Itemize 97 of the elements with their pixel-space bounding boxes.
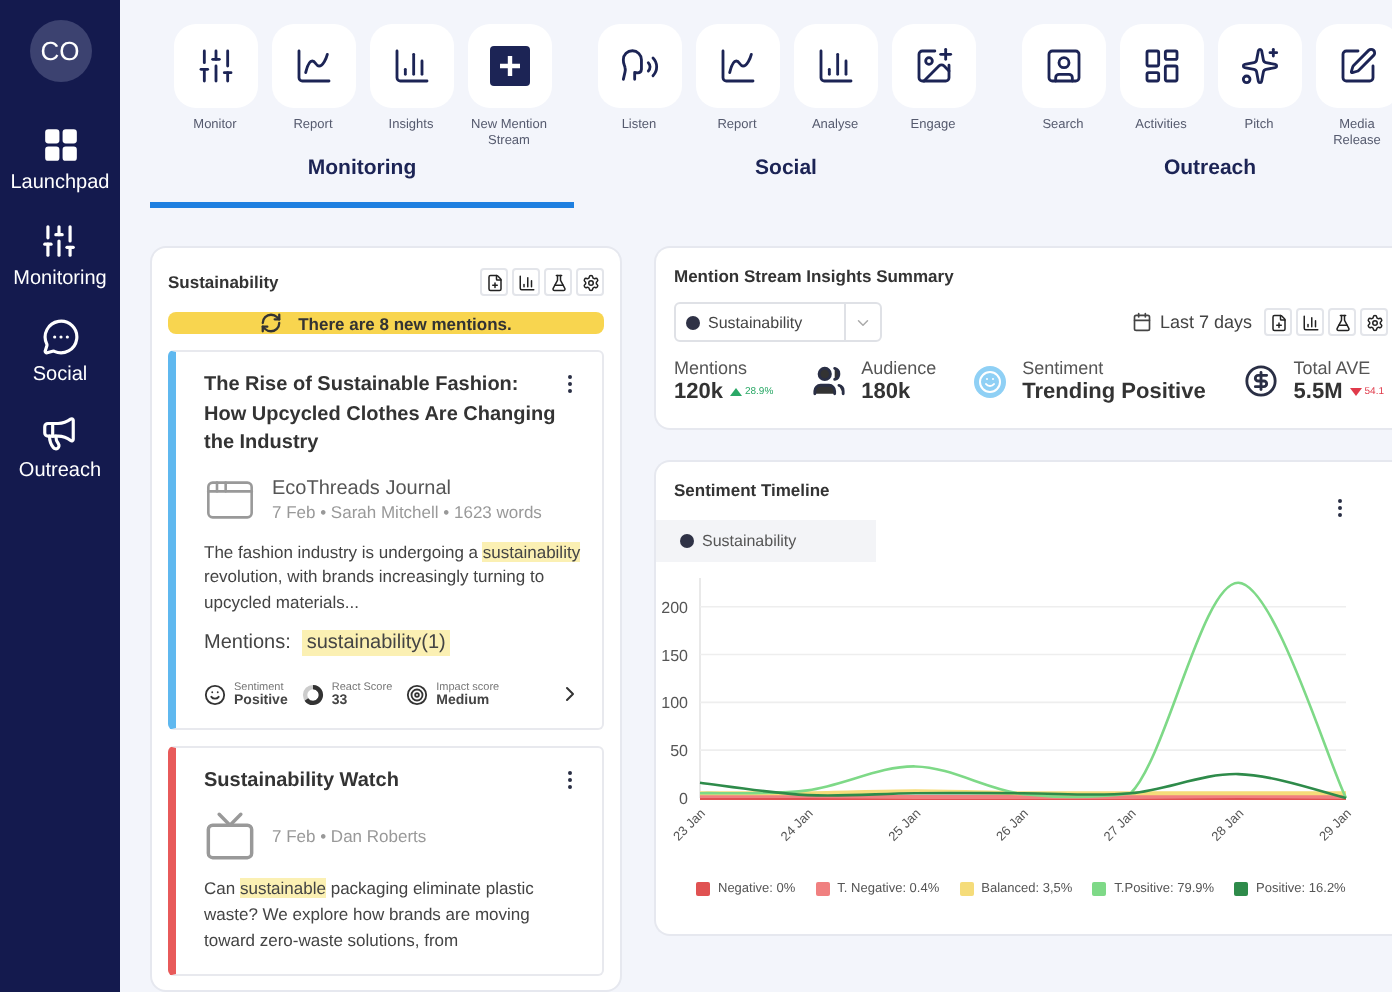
axis-tick-label: 200 [661,598,688,617]
chart-button[interactable] [1296,308,1324,336]
axis-tick-label: 50 [670,742,688,761]
sidebar-label: Outreach [18,460,102,482]
mention-title: The Rise of Sustainable Fashion: How Upcycled Clothes Are Changing the Industry [204,372,558,458]
stat-label: Sentiment [1022,358,1106,378]
stat-label: Total AVE [1293,358,1373,378]
contact-icon [1043,46,1083,86]
tool-button[interactable] [369,24,453,108]
new-mentions-banner[interactable]: There are 8 new mentions. [168,312,604,334]
chat-bubble-icon [41,318,79,356]
tool-button[interactable] [891,24,975,108]
chart-button[interactable] [512,268,540,296]
tab-label: Outreach [1163,156,1257,180]
sidebar-label: Social [32,364,88,386]
stat-value: 120k [674,380,723,404]
mention-card[interactable]: Sustainability Watch 7 Feb • Dan Roberts Can sustainable packaging eliminate plastic waste? We explore how brands are moving toward zero-waste solutions, from [168,745,604,976]
axis-tick-label: 150 [661,646,688,665]
edit-icon [1337,46,1377,86]
calendar-icon [1131,312,1152,332]
sidebar-item[interactable]: Monitoring [13,222,107,290]
bar-chart-icon [815,46,855,86]
sidebar-item[interactable]: Launchpad [10,126,110,194]
bar-chart-icon [517,273,535,291]
smile-icon [974,365,1007,397]
settings-icon [1365,313,1383,331]
export-button[interactable] [480,268,508,296]
stat-value: 180k [861,380,911,404]
tool-button[interactable] [793,24,877,108]
tool-button[interactable] [271,24,355,108]
settings-button[interactable] [1360,308,1388,336]
dashboard-icon [1141,46,1181,86]
tv-icon [204,810,256,863]
mention-card[interactable] [168,350,604,730]
tool-button[interactable] [1315,24,1392,108]
mention-meta: 7 Feb • Dan Roberts [272,826,427,847]
file-plus-icon [1269,313,1287,331]
tool-button[interactable] [1021,24,1105,108]
user-avatar[interactable]: CO [29,20,91,82]
tool-button[interactable] [467,24,551,108]
date-range-button[interactable]: Last 7 days [1131,312,1252,332]
line-chart-icon [717,46,757,86]
mentions-label: Mentions: [204,631,291,654]
axis-tick-label: 100 [661,694,688,713]
mention-title: Sustainability Watch [204,767,401,796]
stat-value: 5.5M [1293,380,1343,404]
sidebar-label: Launchpad [10,172,110,194]
sidebar-item[interactable]: Social [32,318,88,386]
flask-button[interactable] [1328,308,1356,336]
sliders-icon [40,222,79,260]
smile-icon [204,683,226,706]
tool-button[interactable] [597,24,681,108]
stream-select[interactable]: Sustainability [674,302,882,342]
dollar-icon [1243,364,1278,398]
donut-icon [301,683,324,706]
mention-meta: 7 Feb • Sarah Mitchell • 1623 words [272,501,542,521]
stat-label: Audience [861,358,937,378]
flask-icon [549,273,567,291]
refresh-icon [260,312,283,334]
target-icon [406,683,429,706]
people-icon [811,364,846,398]
axis-tick-label: 0 [679,790,688,808]
line-chart-icon [293,46,333,86]
grid-icon [41,126,79,164]
mention-excerpt: The fashion industry is undergoing a sustainability revolution, with brands increasingly turning to upcycled materials... [204,539,582,616]
megaphone-icon [40,414,79,452]
source-name: EcoThreads Journal [272,477,453,499]
stat-label: Mentions [674,358,750,378]
flask-button[interactable] [544,268,572,296]
image-plus-icon [913,46,953,86]
sparkles-icon [1239,46,1279,86]
tool-button[interactable] [173,24,257,108]
settings-icon [581,273,599,291]
sidebar-item[interactable]: Outreach [18,414,102,482]
tool-button[interactable] [1217,24,1301,108]
speaking-person-icon [619,46,659,86]
card-title: Sentiment Timeline [674,480,830,504]
bar-chart-icon [391,46,431,86]
mention-excerpt: Can sustainable packaging eliminate plastic waste? We explore how brands are moving toward zero-waste solutions, from [204,876,536,954]
tool-button[interactable] [695,24,779,108]
flask-icon [1333,313,1351,331]
file-plus-icon [485,273,503,291]
card-title: Mention Stream Insights Summary [674,266,956,286]
keyword-tag: sustainability(1) [302,629,450,656]
stat-value: Trending Positive [1022,380,1206,404]
settings-button[interactable] [576,268,604,296]
tab-label: Social [755,156,817,180]
tab-label: Monitoring [307,156,417,180]
banner-text: There are 8 new mentions. [298,313,512,333]
sliders-icon [195,46,235,86]
plus-icon [489,46,529,86]
filter-chip[interactable]: Sustainability [656,520,876,562]
export-button[interactable] [1264,308,1292,336]
panel-title: Sustainability [168,272,279,292]
sidebar-label: Monitoring [13,268,107,290]
bar-chart-icon [1301,313,1319,331]
tool-button[interactable] [1119,24,1203,108]
